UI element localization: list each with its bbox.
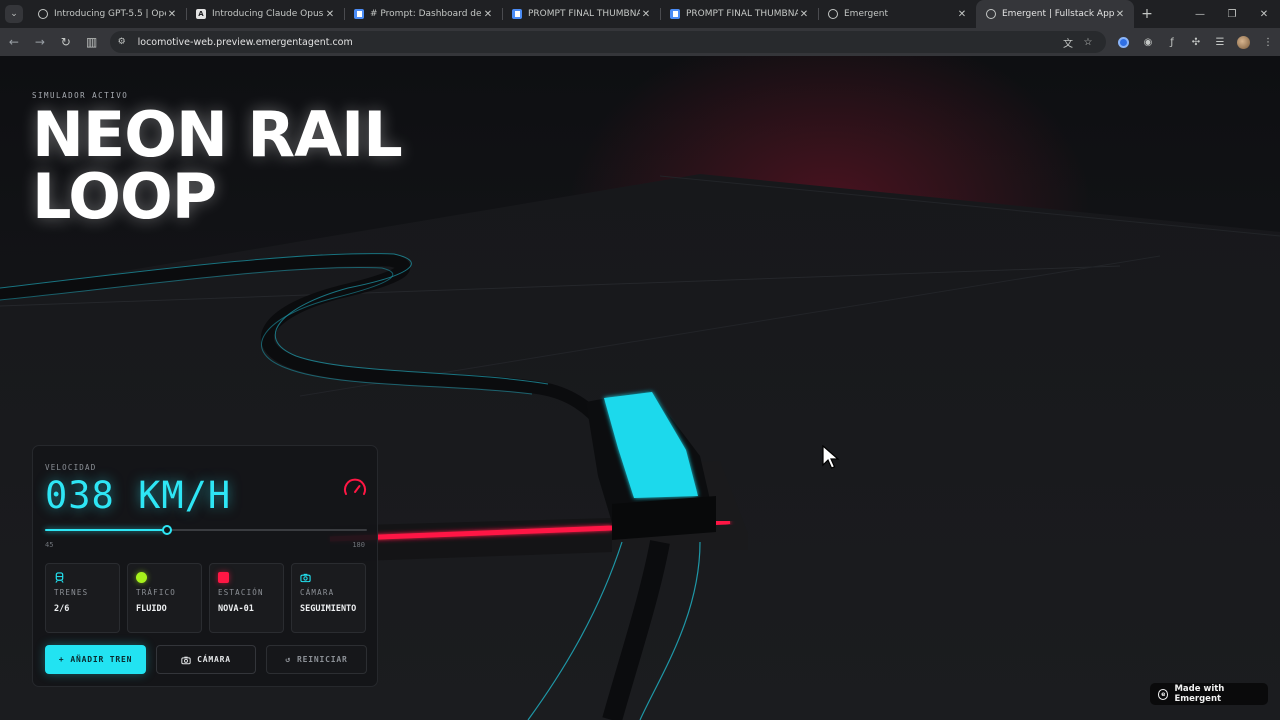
- tab-title: Emergent | Fullstack App: [1002, 9, 1114, 19]
- tab-title: Introducing GPT-5.5 | OpenAI: [54, 9, 166, 19]
- stat-card-traffic: TRÁFICO FLUIDO: [127, 563, 202, 633]
- new-tab-button[interactable]: +: [1134, 0, 1160, 28]
- stat-label: ESTACIÓN: [218, 588, 264, 597]
- tab-title: # Prompt: Dashboard de Alta C: [370, 9, 482, 19]
- mouse-cursor-icon: [822, 445, 840, 469]
- tab-title: PROMPT FINAL THUMBNAIL PI: [686, 9, 798, 19]
- control-panel: VELOCIDAD 038 KM/H 45 180 TRENES 2/6 TRÁ…: [32, 445, 378, 687]
- browser-toolbar: ← → ↻ ▥ ⚙ locomotive-web.preview.emergen…: [0, 28, 1280, 56]
- reset-button-label: REINICIAR: [297, 655, 348, 664]
- address-bar[interactable]: ⚙ locomotive-web.preview.emergentagent.c…: [109, 31, 1106, 53]
- tab-search-button[interactable]: ⌄: [0, 0, 28, 28]
- doc-icon: [354, 9, 364, 19]
- tab-title: PROMPT FINAL THUMBNAILPR: [528, 9, 640, 19]
- add-train-button[interactable]: + AÑADIR TREN: [45, 645, 146, 674]
- emergent-logo-icon: e: [1158, 688, 1169, 700]
- reload-icon[interactable]: ↻: [54, 30, 78, 54]
- tab-title: Introducing Claude Opus 4.7 \ A: [212, 9, 324, 19]
- close-icon[interactable]: ✕: [640, 9, 652, 20]
- window-controls: — ❐ ✕: [1184, 0, 1280, 28]
- title-line-1: NEON RAIL: [32, 98, 403, 171]
- slider-min-label: 45: [45, 541, 54, 549]
- minimize-icon[interactable]: —: [1184, 0, 1216, 28]
- speed-readout: 038 KM/H: [45, 474, 232, 517]
- close-icon[interactable]: ✕: [482, 9, 494, 20]
- page-title: NEON RAIL LOOP: [32, 98, 403, 233]
- url-text: locomotive-web.preview.emergentagent.com: [137, 36, 353, 48]
- reset-button[interactable]: ↺ REINICIAR: [266, 645, 367, 674]
- stat-card-station: ESTACIÓN NOVA-01: [209, 563, 284, 633]
- tab-title: Emergent: [844, 9, 889, 19]
- tab-prompt-final-1[interactable]: PROMPT FINAL THUMBNAILPR ✕: [502, 0, 660, 28]
- translate-icon[interactable]: 文: [1058, 35, 1078, 50]
- plus-icon: +: [58, 655, 65, 664]
- stat-label: TRÁFICO: [136, 588, 177, 597]
- close-icon[interactable]: ✕: [956, 9, 968, 20]
- anthropic-icon: A: [196, 9, 206, 19]
- browser-tab-strip: ⌄ Introducing GPT-5.5 | OpenAI ✕ A Intro…: [0, 0, 1280, 28]
- camera-icon: [300, 572, 357, 583]
- screenshot-extension-icon[interactable]: ◉: [1136, 30, 1160, 54]
- site-info-icon[interactable]: ⚙: [118, 37, 130, 47]
- bookmark-star-icon[interactable]: ☆: [1078, 37, 1098, 48]
- side-panel-icon[interactable]: ▥: [80, 30, 104, 54]
- station-square-icon: [218, 572, 229, 583]
- tab-prompt-dashboard[interactable]: # Prompt: Dashboard de Alta C ✕: [344, 0, 502, 28]
- camera-button-label: CÁMARA: [197, 655, 231, 664]
- camera-icon: [181, 656, 191, 664]
- slider-thumb[interactable]: [162, 525, 173, 535]
- stat-value: NOVA-01: [218, 604, 254, 614]
- doc-icon: [670, 9, 680, 19]
- stat-value: FLUIDO: [136, 604, 167, 614]
- doc-icon: [512, 9, 522, 19]
- action-buttons: + AÑADIR TREN CÁMARA ↺ REINICIAR: [45, 645, 367, 674]
- train-icon: [54, 572, 111, 583]
- title-line-2: LOOP: [32, 160, 217, 233]
- badge-text: Made with Emergent: [1174, 684, 1225, 704]
- tab-openai[interactable]: Introducing GPT-5.5 | OpenAI ✕: [28, 0, 186, 28]
- puzzle-extensions-icon[interactable]: ✣: [1184, 30, 1208, 54]
- tab-list: Introducing GPT-5.5 | OpenAI ✕ A Introdu…: [28, 0, 1134, 28]
- extension-blue-icon[interactable]: [1112, 30, 1136, 54]
- stat-value: 2/6: [54, 604, 70, 614]
- tab-emergent-fullstack[interactable]: Emergent | Fullstack App ✕: [976, 0, 1134, 28]
- globe-icon: [38, 9, 48, 19]
- camera-button[interactable]: CÁMARA: [156, 645, 256, 674]
- close-icon[interactable]: ✕: [166, 9, 178, 20]
- tab-anthropic[interactable]: A Introducing Claude Opus 4.7 \ A ✕: [186, 0, 344, 28]
- speed-slider[interactable]: [45, 525, 367, 535]
- chevron-down-icon: ⌄: [5, 5, 23, 23]
- stat-label: TRENES: [54, 588, 89, 597]
- globe-icon: [828, 9, 838, 19]
- speedometer-icon: [344, 478, 366, 495]
- extensions-area: ◉ ƒ ✣ ☰ ⋮: [1112, 30, 1280, 54]
- slider-max-label: 180: [352, 541, 365, 549]
- globe-icon: [986, 9, 996, 19]
- reading-list-icon[interactable]: ☰: [1208, 30, 1232, 54]
- close-window-icon[interactable]: ✕: [1248, 0, 1280, 28]
- script-extension-icon[interactable]: ƒ: [1160, 30, 1184, 54]
- back-icon[interactable]: ←: [2, 30, 26, 54]
- speed-label: VELOCIDAD: [45, 463, 97, 472]
- add-train-label: AÑADIR TREN: [70, 655, 133, 664]
- tab-emergent[interactable]: Emergent ✕: [818, 0, 976, 28]
- more-menu-icon[interactable]: ⋮: [1256, 30, 1280, 54]
- close-icon[interactable]: ✕: [324, 9, 336, 20]
- stat-card-camera: CÁMARA SEGUIMIENTO: [291, 563, 366, 633]
- stat-label: CÁMARA: [300, 588, 335, 597]
- tab-prompt-final-2[interactable]: PROMPT FINAL THUMBNAIL PI ✕: [660, 0, 818, 28]
- close-icon[interactable]: ✕: [1114, 9, 1126, 20]
- made-with-emergent-badge[interactable]: e Made with Emergent: [1150, 683, 1268, 705]
- reset-icon: ↺: [285, 655, 292, 664]
- stats-grid: TRENES 2/6 TRÁFICO FLUIDO ESTACIÓN NOVA-…: [45, 563, 367, 633]
- page-viewport: SIMULADOR ACTIVO NEON RAIL LOOP VELOCIDA…: [0, 56, 1280, 720]
- profile-avatar[interactable]: [1232, 30, 1256, 54]
- stat-card-trains: TRENES 2/6: [45, 563, 120, 633]
- close-icon[interactable]: ✕: [798, 9, 810, 20]
- status-dot-icon: [136, 572, 147, 583]
- restore-icon[interactable]: ❐: [1216, 0, 1248, 28]
- stat-value: SEGUIMIENTO: [300, 604, 357, 614]
- forward-icon[interactable]: →: [28, 30, 52, 54]
- slider-fill: [45, 529, 168, 531]
